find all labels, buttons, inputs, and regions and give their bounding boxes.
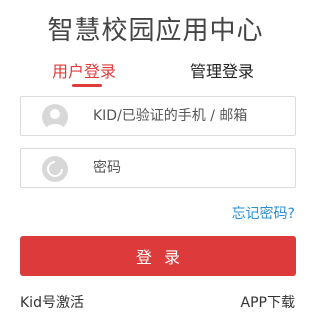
user-icon [42, 104, 68, 130]
forgot-password-link[interactable]: 忘记密码? [232, 203, 295, 223]
lock-icon [42, 156, 68, 182]
kid-field[interactable] [20, 96, 296, 136]
kid-input[interactable] [93, 97, 289, 135]
login-button[interactable]: 登录 [20, 236, 296, 276]
active-tab-indicator [72, 84, 102, 87]
app-download-link[interactable]: APP下载 [241, 292, 295, 312]
password-input[interactable] [93, 149, 289, 187]
tab-admin-login[interactable]: 管理登录 [190, 58, 254, 82]
tab-user-login[interactable]: 用户登录 [52, 58, 116, 82]
kid-activate-link[interactable]: Kid号激活 [20, 292, 84, 312]
password-field[interactable] [20, 148, 296, 188]
page-title: 智慧校园应用中心 [47, 16, 264, 46]
